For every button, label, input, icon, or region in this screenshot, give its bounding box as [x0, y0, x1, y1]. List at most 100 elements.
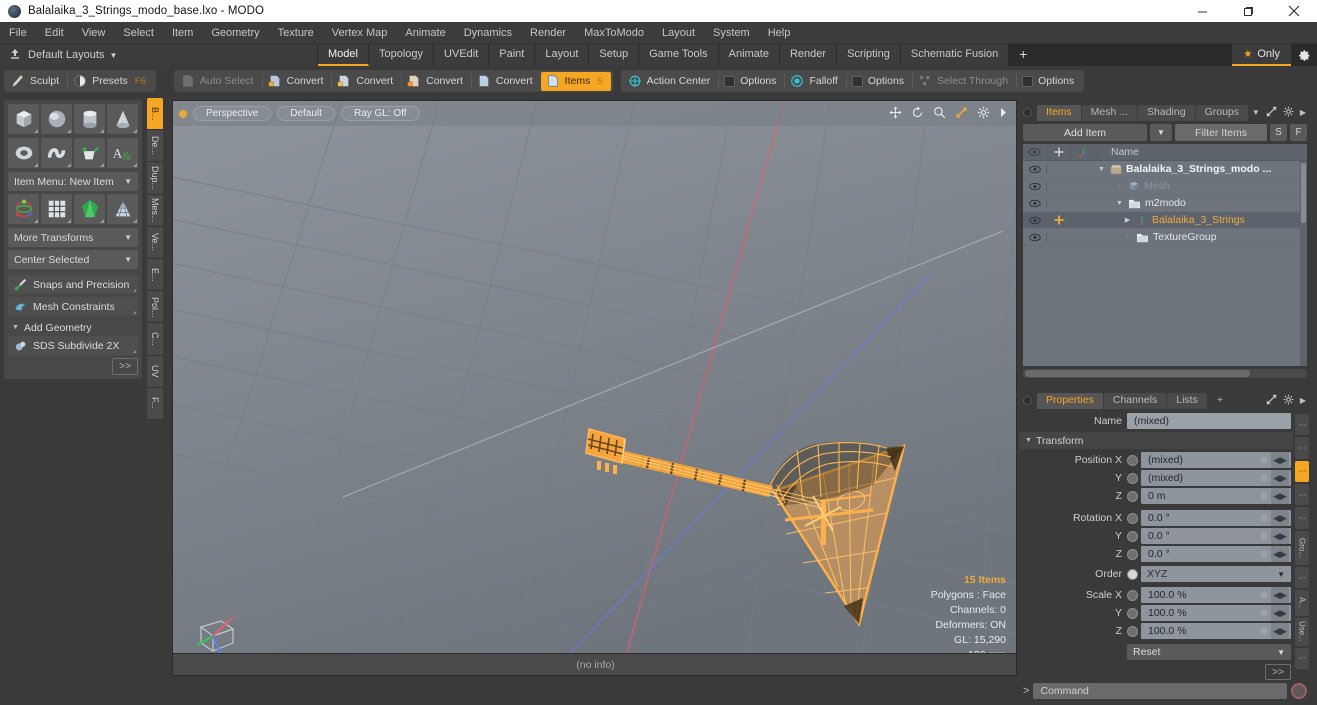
tab-model[interactable]: Model	[318, 44, 369, 66]
scale-x-field[interactable]: 100.0 % ◀▶	[1141, 587, 1291, 603]
side-tab-4[interactable]: ⋮	[1295, 484, 1309, 506]
tab-properties[interactable]: Properties	[1037, 392, 1103, 409]
expand-properties-button[interactable]: >>	[1265, 664, 1291, 680]
name-field[interactable]: (mixed)	[1127, 413, 1291, 429]
table-row[interactable]: ▶ Balalaika_3_Strings	[1023, 212, 1307, 229]
scale-z-radio[interactable]	[1127, 625, 1138, 637]
row-visibility-toggle[interactable]	[1023, 232, 1047, 242]
add-item-button[interactable]: Add Item	[1023, 124, 1147, 141]
tab-render[interactable]: Render	[779, 44, 838, 66]
cylinder-icon[interactable]	[74, 104, 105, 134]
rotation-y-radio[interactable]	[1127, 530, 1138, 542]
chevron-right-icon[interactable]: ▶	[1300, 396, 1306, 405]
position-z-radio[interactable]	[1127, 490, 1138, 502]
checkbox-icon[interactable]	[851, 75, 863, 87]
tab-animate[interactable]: Animate	[718, 44, 780, 66]
vtab-duplicate[interactable]: Dup...	[147, 162, 163, 195]
maximize-icon[interactable]	[1225, 0, 1271, 22]
chevron-down-icon[interactable]: ▼	[1252, 108, 1260, 117]
chevron-right-icon[interactable]: ▶	[1300, 108, 1306, 117]
side-tab-1[interactable]: ⋮	[1295, 414, 1309, 436]
position-x-field[interactable]: (mixed) ◀▶	[1141, 452, 1291, 468]
raygl-dropdown[interactable]: Ray GL: Off	[340, 106, 420, 121]
add-properties-tab[interactable]: +	[1208, 393, 1232, 409]
row-name-cell[interactable]: ▼ m2modo	[1097, 197, 1307, 209]
vtab-vertex[interactable]: Ve...	[147, 226, 163, 260]
table-row[interactable]: · TextureGroup	[1023, 229, 1307, 246]
spinner-icon[interactable]: ◀▶	[1271, 452, 1289, 468]
spinner-icon[interactable]: ◀▶	[1271, 528, 1289, 544]
menu-dynamics[interactable]: Dynamics	[455, 22, 521, 44]
menu-item[interactable]: Item	[163, 22, 202, 44]
table-row[interactable]: ▼ Balalaika_3_Strings_modo ...	[1023, 161, 1307, 178]
menu-render[interactable]: Render	[521, 22, 575, 44]
keyframe-icon[interactable]	[1259, 455, 1269, 465]
items-mode-button[interactable]: Items 5	[540, 71, 611, 91]
menu-view[interactable]: View	[73, 22, 115, 44]
side-tab-10[interactable]: ⋮	[1295, 647, 1309, 669]
position-y-radio[interactable]	[1127, 472, 1138, 484]
gear-icon[interactable]	[1283, 106, 1294, 120]
tab-game-tools[interactable]: Game Tools	[639, 44, 719, 66]
side-tab-a[interactable]: A...	[1295, 590, 1309, 616]
tab-lists[interactable]: Lists	[1167, 392, 1207, 409]
cube-icon[interactable]	[8, 104, 39, 134]
row-visibility-toggle[interactable]	[1023, 198, 1047, 208]
checkbox-icon[interactable]	[724, 75, 736, 87]
fit-icon[interactable]	[955, 106, 968, 122]
falloff-button[interactable]: Falloff	[785, 72, 845, 91]
tab-items[interactable]: Items	[1037, 104, 1081, 121]
action-center-button[interactable]: Action Center	[623, 72, 719, 91]
vtab-deform[interactable]: De...	[147, 130, 163, 163]
add-geometry-section[interactable]: ▼ Add Geometry	[8, 319, 138, 336]
menu-geometry[interactable]: Geometry	[202, 22, 268, 44]
spinner-icon[interactable]: ◀▶	[1271, 470, 1289, 486]
vtab-fur[interactable]: F...	[147, 387, 163, 420]
twisty-down-icon[interactable]: ▼	[1097, 166, 1106, 173]
close-icon[interactable]	[1271, 0, 1317, 22]
record-icon[interactable]	[1291, 683, 1307, 699]
rotation-z-field[interactable]: 0.0 ° ◀▶	[1141, 546, 1291, 562]
move-icon[interactable]	[889, 105, 902, 122]
scale-y-radio[interactable]	[1127, 607, 1138, 619]
twisty-down-icon[interactable]: ▼	[1115, 200, 1124, 207]
tab-topology[interactable]: Topology	[368, 44, 435, 66]
auto-select-button[interactable]: Auto Select	[176, 72, 262, 91]
tab-mesh[interactable]: Mesh ...	[1081, 104, 1138, 121]
keyframe-icon[interactable]	[1259, 626, 1269, 636]
menu-file[interactable]: File	[0, 22, 36, 44]
side-tab-2[interactable]: ⋮	[1295, 437, 1309, 459]
select-through-options-button[interactable]: Options	[1017, 72, 1082, 91]
scrollbar-thumb[interactable]	[1025, 370, 1250, 377]
scrollbar-thumb[interactable]	[1301, 163, 1306, 223]
table-row[interactable]: ▼ m2modo	[1023, 195, 1307, 212]
grid-mesh-icon[interactable]	[41, 194, 72, 224]
spinner-icon[interactable]: ◀▶	[1271, 605, 1289, 621]
side-tab-user[interactable]: Use...	[1295, 617, 1309, 646]
select-through-button[interactable]: Select Through	[913, 72, 1016, 91]
order-dropdown[interactable]: XYZ ▼	[1141, 566, 1291, 582]
twisty-right-icon[interactable]: ▶	[1123, 216, 1132, 224]
menu-select[interactable]: Select	[114, 22, 163, 44]
filter-s-button[interactable]: S	[1270, 124, 1287, 141]
keyframe-icon[interactable]	[1259, 549, 1269, 559]
keyframe-icon[interactable]	[1259, 513, 1269, 523]
row-visibility-toggle[interactable]	[1023, 215, 1047, 225]
command-input[interactable]: Command	[1033, 683, 1287, 699]
position-z-field[interactable]: 0 m ◀▶	[1141, 488, 1291, 504]
row-name-cell[interactable]: · TextureGroup	[1097, 231, 1307, 243]
menu-help[interactable]: Help	[759, 22, 800, 44]
sculpt-button[interactable]: Sculpt	[6, 72, 67, 91]
transform-gizmo-icon[interactable]	[8, 194, 39, 224]
add-tab-button[interactable]: +	[1009, 44, 1038, 66]
scale-z-field[interactable]: 100.0 % ◀▶	[1141, 623, 1291, 639]
item-tree-scrollbar[interactable]	[1300, 161, 1307, 366]
gear-icon[interactable]	[1291, 44, 1317, 66]
vtab-polygon[interactable]: Pol...	[147, 291, 163, 324]
transform-section-header[interactable]: ▼ Transform	[1019, 432, 1293, 449]
3d-viewport[interactable]: Perspective Default Ray GL: Off 15 Items…	[172, 100, 1017, 676]
keyframe-icon[interactable]	[1259, 491, 1269, 501]
projection-dropdown[interactable]: Perspective	[193, 106, 272, 121]
vtab-edge[interactable]: E...	[147, 259, 163, 292]
row-name-cell[interactable]: ▶ Balalaika_3_Strings	[1097, 214, 1307, 226]
